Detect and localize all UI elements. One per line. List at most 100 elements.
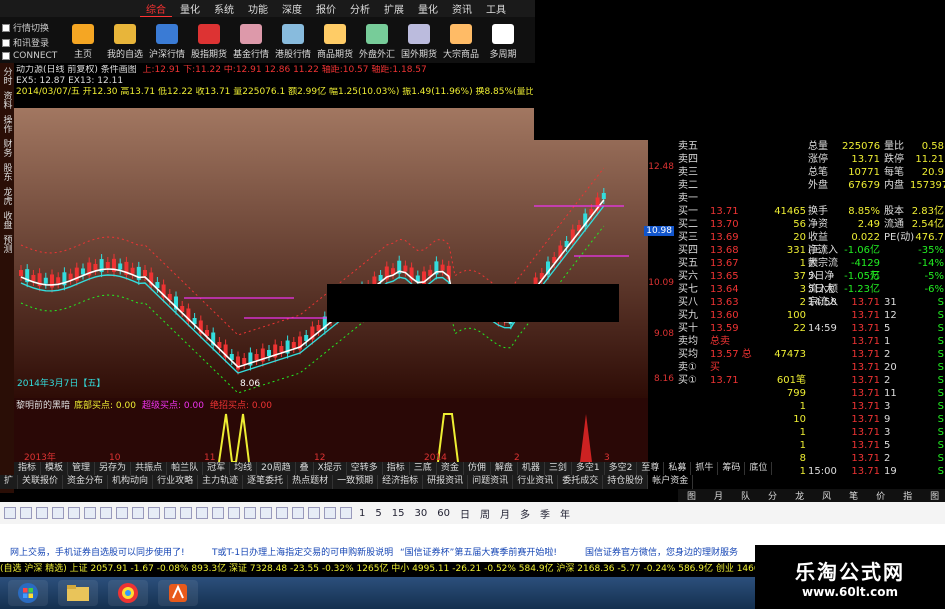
book-row[interactable]: 卖二 [678, 179, 808, 192]
book-row[interactable]: 买四 13.68 331 [678, 244, 808, 257]
tab[interactable]: 指 [894, 489, 921, 502]
tool-icon[interactable] [164, 507, 176, 519]
tool-icon[interactable] [196, 507, 208, 519]
menu-item[interactable]: 报价 [310, 1, 342, 16]
menu-item[interactable]: 资讯 [446, 1, 478, 16]
strip-item[interactable]: 财务 [1, 139, 14, 157]
ticker-item[interactable]: 国信证券官方微信，您身边的理财服务 [585, 545, 738, 558]
tab[interactable]: 机构动向 [108, 475, 154, 489]
tab[interactable]: 冠军 [203, 462, 231, 475]
tab[interactable]: 多空2 [605, 462, 638, 475]
tab[interactable]: 风向 [813, 489, 840, 515]
tab[interactable]: 私募 [664, 462, 692, 475]
tab[interactable]: 20周趋 [257, 462, 296, 475]
tab[interactable]: 指标 [383, 462, 410, 475]
menu-item[interactable]: 综合 [140, 1, 172, 17]
book-row[interactable]: 卖五 [678, 140, 808, 153]
tab[interactable]: 底位 [745, 462, 773, 475]
tab[interactable]: 逐笔委托 [243, 475, 289, 489]
menu-item[interactable]: 扩展 [378, 1, 410, 16]
tool-icon[interactable] [180, 507, 192, 519]
app-icon[interactable] [158, 580, 198, 606]
toolbar-button[interactable]: 商品期货 [316, 17, 354, 63]
tool-icon[interactable] [244, 507, 256, 519]
period-button[interactable]: 5 [372, 508, 384, 519]
book-row[interactable]: 卖一 [678, 192, 808, 205]
tab[interactable]: 价 [867, 489, 894, 502]
toolbar-button[interactable]: 基金行情 [232, 17, 270, 63]
tab[interactable]: X提示 [314, 462, 347, 475]
period-button[interactable]: 60 [434, 508, 453, 519]
strip-item[interactable]: 预测 [1, 235, 14, 253]
tool-icon[interactable] [20, 507, 32, 519]
menu-item[interactable]: 深度 [276, 1, 308, 16]
toolbar-button[interactable]: 外盘外汇 [358, 17, 396, 63]
tool-icon[interactable] [100, 507, 112, 519]
menu-item[interactable]: 系统 [208, 1, 240, 16]
book-row[interactable]: 卖三 [678, 166, 808, 179]
strip-item[interactable]: 收盘 [1, 211, 14, 229]
book-row[interactable]: 1 [678, 400, 808, 413]
tab[interactable]: 另存为 [95, 462, 132, 475]
tool-icon[interactable] [132, 507, 144, 519]
menu-item[interactable]: 分析 [344, 1, 376, 16]
tab[interactable]: 图 [921, 489, 945, 502]
tool-icon[interactable] [324, 507, 336, 519]
tab[interactable]: 帐户资金 [648, 475, 694, 489]
tab[interactable]: 模板 [41, 462, 69, 475]
tab[interactable]: 行业资讯 [513, 475, 559, 489]
tab[interactable]: 指标 [14, 462, 42, 475]
period-button[interactable]: 多 [517, 506, 533, 521]
tab[interactable]: 管理 [68, 462, 96, 475]
book-row[interactable]: 1 [678, 426, 808, 439]
checkbox-icon[interactable] [2, 52, 10, 60]
tool-icon[interactable] [260, 507, 272, 519]
period-button[interactable]: 30 [411, 508, 430, 519]
ticker-item[interactable]: T或T-1日办理上海指定交易的可申购新股说明 [212, 545, 393, 558]
tab[interactable]: 机器 [518, 462, 545, 475]
toolbar-button[interactable]: 大宗商品 [442, 17, 480, 63]
tab[interactable]: 研报资讯 [423, 475, 469, 489]
toolbar-button[interactable]: 多周期 [484, 17, 522, 63]
strip-item[interactable]: 操作 [1, 115, 14, 133]
indicator-panel[interactable]: 黎明前的黑暗 底部买点: 0.00 超级买点: 0.00 绝招买点: 0.00 … [14, 398, 648, 462]
folder-icon[interactable] [58, 580, 98, 606]
book-row[interactable]: 买七 13.64 3 [678, 283, 808, 296]
tab[interactable]: 共振点 [131, 462, 168, 475]
checkbox-icon[interactable] [2, 23, 10, 32]
menu-item[interactable]: 工具 [480, 1, 512, 16]
toolbar-button[interactable]: 港股行情 [274, 17, 312, 63]
period-button[interactable]: 季 [537, 506, 553, 521]
book-row[interactable]: 买八 13.63 2 [678, 296, 808, 309]
tool-icon[interactable] [228, 507, 240, 519]
login-option[interactable]: CONNECT [2, 51, 60, 61]
book-row[interactable]: 买三 13.69 20 [678, 231, 808, 244]
tab[interactable]: 仿佣 [464, 462, 491, 475]
tab[interactable]: 关联报价 [18, 475, 64, 489]
tab[interactable]: 至尊 [637, 462, 665, 475]
ticker-item[interactable]: “国信证券杯”第五届大赛季前赛开始啦! [400, 545, 557, 558]
tool-icon[interactable] [148, 507, 160, 519]
tool-icon[interactable] [340, 507, 352, 519]
strip-item[interactable]: 股东 [1, 163, 14, 181]
strip-item[interactable]: 龙虎 [1, 187, 14, 205]
book-row[interactable]: 买九 13.60 100 [678, 309, 808, 322]
period-button[interactable]: 1 [356, 508, 368, 519]
book-row[interactable]: 1 [678, 439, 808, 452]
book-row[interactable]: 买十 13.59 22 [678, 322, 808, 335]
book-row[interactable]: 买均 13.57 总买 47473 [678, 348, 808, 373]
toolbar-button[interactable]: 沪深行情 [148, 17, 186, 63]
tab[interactable]: 资金 [437, 462, 464, 475]
book-row[interactable]: 买六 13.65 37 [678, 270, 808, 283]
tab[interactable]: 持仓股份 [603, 475, 649, 489]
toolbar-button[interactable]: 我的自选 [106, 17, 144, 63]
tool-icon[interactable] [52, 507, 64, 519]
tab[interactable]: 热点题材 [288, 475, 334, 489]
period-button[interactable]: 年 [557, 506, 573, 521]
tab[interactable]: 筹码 [718, 462, 746, 475]
book-row[interactable]: 买① 13.71 601笔 [678, 374, 808, 387]
toolbar-button[interactable]: 股指期货 [190, 17, 228, 63]
ticker-item[interactable]: 网上交易，手机证券自选股可以同步使用了! [10, 545, 185, 558]
period-button[interactable]: 日 [457, 506, 473, 521]
book-row[interactable]: 买一 13.71 41465 [678, 205, 808, 218]
